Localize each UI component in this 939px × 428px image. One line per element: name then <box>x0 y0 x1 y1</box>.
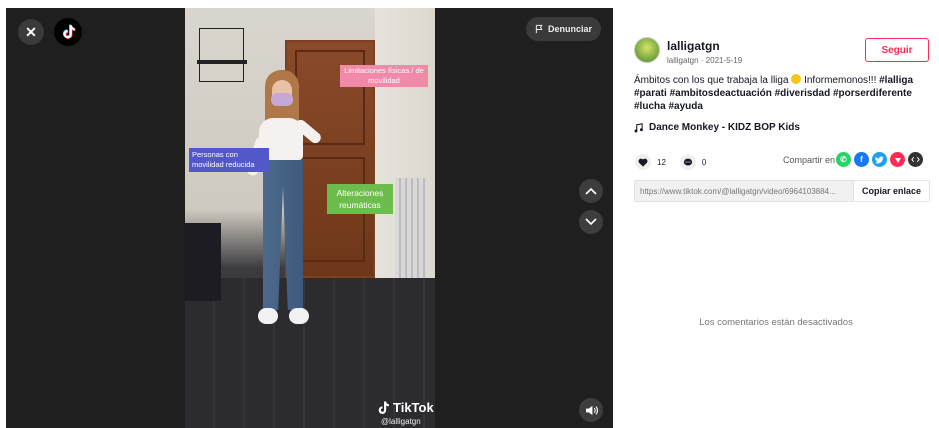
tiktok-watermark: TikTok <box>377 400 434 415</box>
comment-icon <box>683 158 692 166</box>
hashtag[interactable]: #parati <box>634 88 667 99</box>
share-label: Compartir en <box>783 155 836 165</box>
whatsapp-icon: ✆ <box>840 155 847 164</box>
hashtag[interactable]: #porserdiferente <box>833 88 912 99</box>
author-subline: lalligatgn · 2021-5-19 <box>667 56 743 65</box>
comment-count: 0 <box>701 157 707 167</box>
copy-link-button[interactable]: Copiar enlace <box>853 181 929 201</box>
music-link[interactable]: Dance Monkey - KIDZ BOP Kids <box>634 122 800 133</box>
watermark-brand: TikTok <box>393 400 434 415</box>
avatar[interactable] <box>634 37 660 63</box>
facebook-icon: f <box>860 155 863 164</box>
author-username[interactable]: lalligatgn <box>667 39 720 53</box>
hashtag[interactable]: #lucha <box>634 101 666 112</box>
share-embed-button[interactable] <box>908 152 923 167</box>
next-video-button[interactable] <box>579 210 603 234</box>
person-mask <box>271 93 293 106</box>
hashtag[interactable]: #lalliga <box>879 75 913 86</box>
volume-icon <box>585 405 598 415</box>
comments-disabled-message: Los comentarios están desactivados <box>699 317 853 328</box>
overlay-text-blue: Personas con movilidad reducida <box>189 148 269 172</box>
follow-button[interactable]: Seguir <box>865 38 929 62</box>
cabinet <box>185 223 221 301</box>
previous-video-button[interactable] <box>579 179 603 203</box>
comment-button[interactable] <box>679 154 696 170</box>
hashtag[interactable]: #ambitosdeactuación <box>670 88 772 99</box>
tiktok-logo-icon <box>62 24 75 40</box>
music-title: Dance Monkey - KIDZ BOP Kids <box>649 122 800 133</box>
radiator <box>395 178 427 288</box>
hashtag[interactable]: #diverisdad <box>775 88 831 99</box>
volume-button[interactable] <box>579 398 603 422</box>
close-icon: ✕ <box>25 23 37 40</box>
tiktok-logo-icon <box>378 401 389 414</box>
video-link-box: https://www.tiktok.com/@lalligatgn/video… <box>634 180 930 202</box>
post-info-panel: lalligatgn lalligatgn · 2021-5-19 Seguir… <box>613 8 939 428</box>
chevron-down-icon <box>585 218 597 226</box>
share-twitter-button[interactable] <box>872 152 887 167</box>
video-viewer: Limitaciones físicas / de movilidad Pers… <box>6 8 613 428</box>
share-whatsapp-button[interactable]: ✆ <box>836 152 851 167</box>
pinterest-icon <box>894 157 901 163</box>
watermark-user: @lalligatgn <box>381 417 421 426</box>
share-pinterest-button[interactable] <box>890 152 905 167</box>
like-button[interactable] <box>635 154 651 170</box>
overlay-text-green: Alteraciones reumáticas <box>327 184 393 214</box>
smile-emoji-icon <box>791 74 802 84</box>
chevron-up-icon <box>585 187 597 195</box>
engagement-bar: 12 0 <box>635 154 706 170</box>
close-button[interactable]: ✕ <box>18 19 44 45</box>
embed-icon <box>911 156 920 163</box>
share-facebook-button[interactable]: f <box>854 152 869 167</box>
wall-shelf <box>199 28 244 82</box>
post-description: Ámbitos con los que trabaja la lliga Inf… <box>634 74 932 113</box>
music-note-icon <box>634 122 643 132</box>
video-player[interactable]: Limitaciones físicas / de movilidad Pers… <box>185 8 435 428</box>
twitter-icon <box>875 155 884 163</box>
hashtag[interactable]: #ayuda <box>668 101 702 112</box>
report-button[interactable]: Denunciar <box>525 17 601 41</box>
overlay-text-pink: Limitaciones físicas / de movilidad <box>340 65 428 87</box>
report-label: Denunciar <box>547 24 592 34</box>
share-icons: ✆ f <box>836 152 923 167</box>
like-count: 12 <box>657 157 666 167</box>
tiktok-logo[interactable] <box>54 18 82 46</box>
heart-icon <box>638 158 648 167</box>
flag-icon <box>535 24 543 34</box>
description-text: Ámbitos con los que trabaja la lliga <box>634 75 792 86</box>
description-text-2: Informemonos!!! <box>801 75 880 86</box>
video-link-text[interactable]: https://www.tiktok.com/@lalligatgn/video… <box>635 181 853 201</box>
